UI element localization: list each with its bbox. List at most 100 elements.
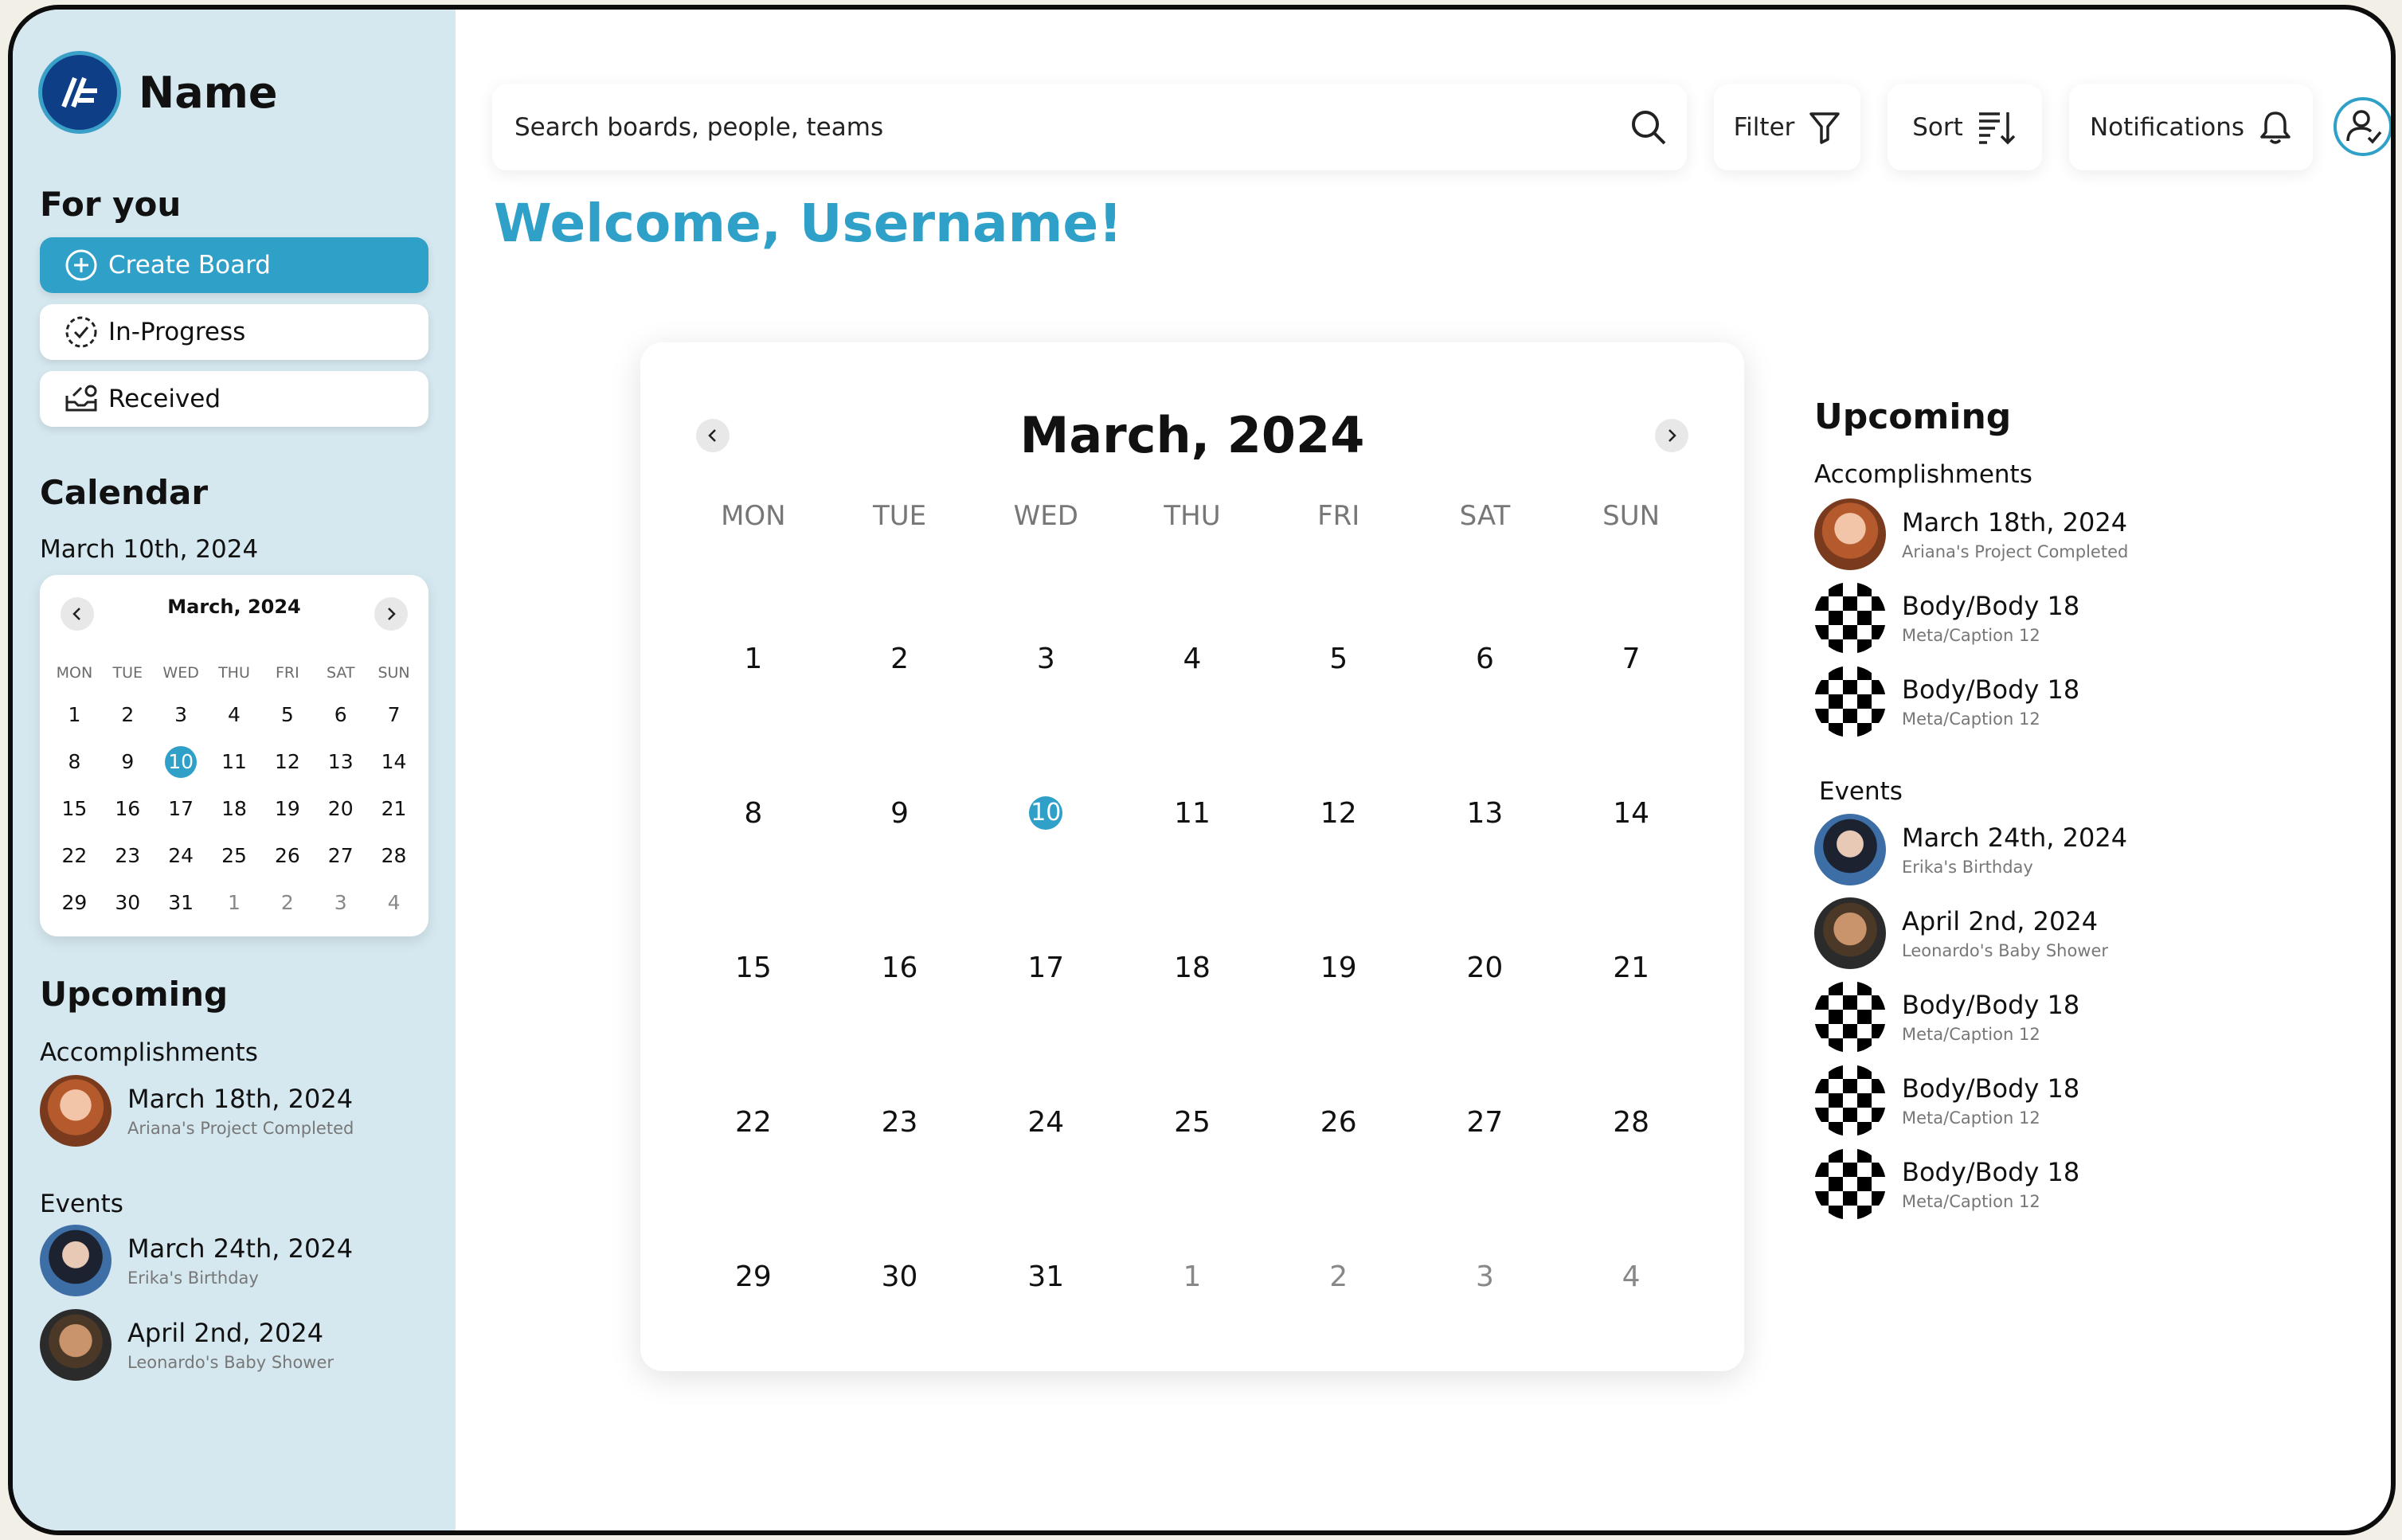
calendar-day[interactable]: 24: [972, 1045, 1119, 1199]
calendar-day[interactable]: 9: [101, 738, 155, 785]
profile-button[interactable]: [2334, 97, 2391, 156]
notifications-button[interactable]: Notifications: [2069, 84, 2313, 170]
calendar-day[interactable]: 6: [1412, 581, 1559, 736]
calendar-day[interactable]: 16: [101, 785, 155, 832]
calendar-day[interactable]: 25: [208, 832, 261, 879]
calendar-day[interactable]: 15: [680, 890, 827, 1045]
calendar-day[interactable]: 6: [314, 691, 367, 738]
calendar-day[interactable]: 28: [367, 832, 421, 879]
calendar-day[interactable]: 8: [680, 736, 827, 890]
event-item[interactable]: Body/Body 18 Meta/Caption 12: [1814, 1065, 2079, 1136]
calendar-day[interactable]: 18: [208, 785, 261, 832]
calendar-day[interactable]: 7: [367, 691, 421, 738]
calendar-day[interactable]: 13: [1412, 736, 1559, 890]
calendar-day[interactable]: 27: [1412, 1045, 1559, 1199]
calendar-day[interactable]: 2: [101, 691, 155, 738]
in-progress-button[interactable]: In-Progress: [40, 304, 428, 360]
calendar-day[interactable]: 2: [260, 879, 314, 926]
day-number: 11: [221, 750, 247, 773]
calendar-day[interactable]: 19: [1266, 890, 1412, 1045]
create-board-button[interactable]: Create Board: [40, 237, 428, 293]
calendar-day[interactable]: 2: [1266, 1199, 1412, 1354]
calendar-day[interactable]: 20: [314, 785, 367, 832]
calendar-day[interactable]: 23: [101, 832, 155, 879]
calendar-day[interactable]: 4: [367, 879, 421, 926]
calendar-day[interactable]: 19: [260, 785, 314, 832]
search-placeholder: Search boards, people, teams: [514, 113, 884, 142]
calendar-day[interactable]: 21: [367, 785, 421, 832]
next-month-button[interactable]: [1655, 419, 1688, 452]
calendar-day[interactable]: 1: [1119, 1199, 1266, 1354]
calendar-day[interactable]: 20: [1412, 890, 1559, 1045]
calendar-day[interactable]: 26: [260, 832, 314, 879]
calendar-day[interactable]: 5: [260, 691, 314, 738]
calendar-day[interactable]: 23: [827, 1045, 973, 1199]
accomplishment-item[interactable]: Body/Body 18 Meta/Caption 12: [1814, 666, 2079, 737]
item-subtitle: Leonardo's Baby Shower: [1902, 941, 2109, 960]
calendar-day[interactable]: 22: [680, 1045, 827, 1199]
item-title: Body/Body 18: [1902, 1073, 2080, 1104]
event-item[interactable]: April 2nd, 2024 Leonardo's Baby Shower: [40, 1309, 334, 1381]
event-item[interactable]: March 24th, 2024 Erika's Birthday: [1814, 814, 2127, 885]
calendar-day[interactable]: 26: [1266, 1045, 1412, 1199]
calendar-day[interactable]: 3: [1412, 1199, 1559, 1354]
event-item[interactable]: April 2nd, 2024 Leonardo's Baby Shower: [1814, 897, 2108, 969]
calendar-day[interactable]: 3: [314, 879, 367, 926]
calendar-day[interactable]: 14: [367, 738, 421, 785]
calendar-day-selected[interactable]: 10: [155, 738, 208, 785]
calendar-day[interactable]: 30: [101, 879, 155, 926]
calendar-day[interactable]: 3: [972, 581, 1119, 736]
calendar-day[interactable]: 11: [208, 738, 261, 785]
calendar-day[interactable]: 17: [155, 785, 208, 832]
calendar-day[interactable]: 29: [680, 1199, 827, 1354]
calendar-day[interactable]: 29: [48, 879, 101, 926]
calendar-day[interactable]: 24: [155, 832, 208, 879]
calendar-day[interactable]: 11: [1119, 736, 1266, 890]
weekday-header: SUN: [378, 664, 410, 682]
calendar-day[interactable]: 30: [827, 1199, 973, 1354]
calendar-day[interactable]: 1: [680, 581, 827, 736]
calendar-day[interactable]: 25: [1119, 1045, 1266, 1199]
calendar-day[interactable]: 31: [972, 1199, 1119, 1354]
mini-next-month-button[interactable]: [374, 597, 408, 631]
calendar-day[interactable]: 3: [155, 691, 208, 738]
calendar-day[interactable]: 12: [1266, 736, 1412, 890]
calendar-day[interactable]: 16: [827, 890, 973, 1045]
calendar-day[interactable]: 8: [48, 738, 101, 785]
notifications-label: Notifications: [2089, 113, 2245, 142]
calendar-day[interactable]: 15: [48, 785, 101, 832]
calendar-day[interactable]: 5: [1266, 581, 1412, 736]
placeholder-image: [1814, 1148, 1886, 1220]
received-button[interactable]: Received: [40, 371, 428, 427]
filter-button[interactable]: Filter: [1714, 84, 1860, 170]
calendar-day[interactable]: 12: [260, 738, 314, 785]
calendar-day[interactable]: 2: [827, 581, 973, 736]
calendar-day[interactable]: 14: [1558, 736, 1704, 890]
calendar-day[interactable]: 1: [48, 691, 101, 738]
calendar-day[interactable]: 17: [972, 890, 1119, 1045]
calendar-day[interactable]: 4: [1558, 1199, 1704, 1354]
brand[interactable]: Name: [38, 51, 278, 134]
calendar-day[interactable]: 4: [1119, 581, 1266, 736]
event-item[interactable]: Body/Body 18 Meta/Caption 12: [1814, 981, 2079, 1053]
accomplishment-item[interactable]: Body/Body 18 Meta/Caption 12: [1814, 582, 2079, 654]
event-item[interactable]: March 24th, 2024 Erika's Birthday: [40, 1225, 353, 1296]
search-icon[interactable]: [1629, 108, 1668, 153]
calendar-day[interactable]: 22: [48, 832, 101, 879]
calendar-day[interactable]: 7: [1558, 581, 1704, 736]
calendar-day[interactable]: 1: [208, 879, 261, 926]
calendar-day[interactable]: 28: [1558, 1045, 1704, 1199]
search-input[interactable]: Search boards, people, teams: [492, 84, 1687, 170]
accomplishment-item[interactable]: March 18th, 2024 Ariana's Project Comple…: [40, 1075, 354, 1147]
calendar-day[interactable]: 27: [314, 832, 367, 879]
sort-button[interactable]: Sort: [1888, 84, 2042, 170]
calendar-day[interactable]: 21: [1558, 890, 1704, 1045]
calendar-day[interactable]: 4: [208, 691, 261, 738]
calendar-day-selected[interactable]: 10: [972, 736, 1119, 890]
calendar-day[interactable]: 18: [1119, 890, 1266, 1045]
accomplishment-item[interactable]: March 18th, 2024 Ariana's Project Complet…: [1814, 498, 2128, 570]
event-item[interactable]: Body/Body 18 Meta/Caption 12: [1814, 1148, 2079, 1220]
calendar-day[interactable]: 13: [314, 738, 367, 785]
calendar-day[interactable]: 31: [155, 879, 208, 926]
calendar-day[interactable]: 9: [827, 736, 973, 890]
